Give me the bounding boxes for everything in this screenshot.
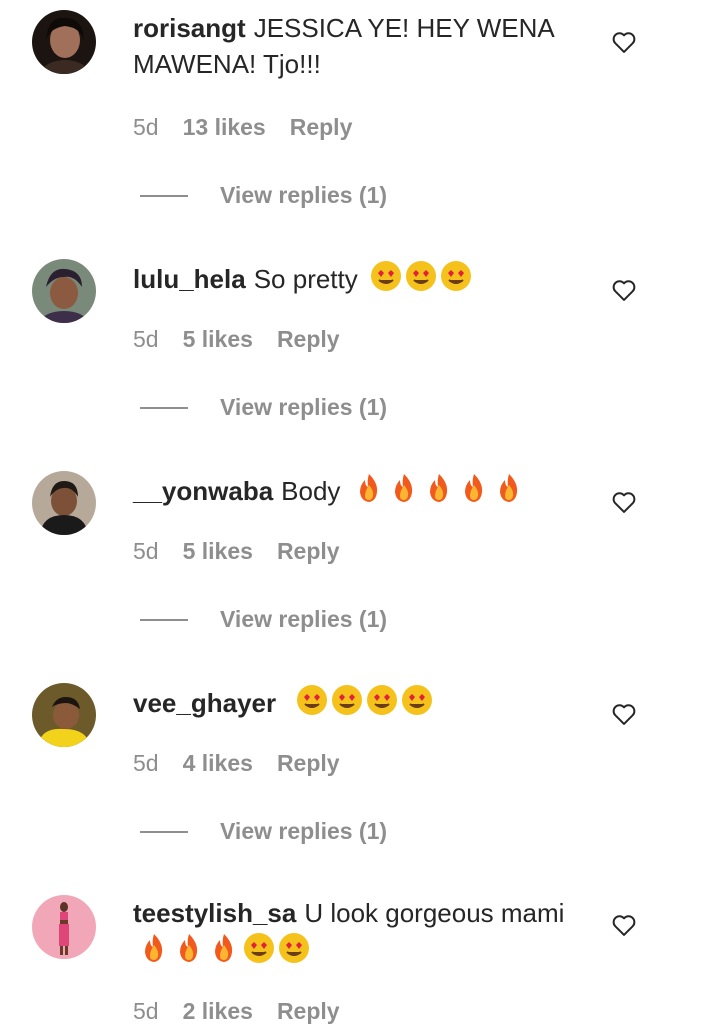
comment-username[interactable]: rorisangt (133, 13, 246, 43)
view-replies-button[interactable]: View replies (1) (140, 818, 387, 845)
view-replies-label: View replies (1) (220, 394, 388, 420)
fire-emoji (394, 474, 412, 502)
fire-emoji (359, 474, 377, 502)
heart-eyes-emoji (367, 685, 398, 715)
heart-icon[interactable] (610, 28, 638, 56)
fire-emoji (429, 474, 447, 502)
heart-eyes-emoji (244, 933, 274, 963)
likes-count[interactable]: 4 likes (183, 750, 253, 777)
emoji-row (369, 259, 473, 293)
fire-emoji (145, 934, 163, 962)
view-replies-label: View replies (1) (220, 182, 388, 208)
emoji-row (137, 931, 311, 965)
comment-text: U look gorgeous mami (304, 898, 565, 928)
comment-time: 5d (133, 998, 159, 1024)
replies-divider (140, 618, 188, 621)
comment-meta: 5d 13 likes Reply (133, 114, 352, 141)
fire-emoji (215, 934, 233, 962)
comment-meta: 5d 4 likes Reply (133, 750, 340, 777)
comment-text: So pretty (253, 264, 358, 294)
likes-count[interactable]: 13 likes (183, 114, 266, 141)
reply-button[interactable]: Reply (277, 998, 340, 1025)
comment-body: teestylish_sa U look gorgeous mami (133, 895, 583, 969)
comment-text: Body (281, 476, 341, 506)
comment-body: lulu_hela So pretty (133, 259, 583, 297)
view-replies-button[interactable]: View replies (1) (140, 394, 387, 421)
heart-icon[interactable] (610, 700, 638, 728)
reply-button[interactable]: Reply (290, 114, 353, 141)
emoji-row (295, 683, 434, 717)
comment-username[interactable]: lulu_hela (133, 264, 246, 294)
view-replies-button[interactable]: View replies (1) (140, 182, 387, 209)
reply-button[interactable]: Reply (277, 750, 340, 777)
reply-button[interactable]: Reply (277, 538, 340, 565)
heart-icon[interactable] (610, 276, 638, 304)
replies-divider (140, 194, 188, 197)
fire-emoji (464, 474, 482, 502)
avatar[interactable] (32, 471, 96, 535)
fire-emoji (499, 474, 517, 502)
heart-eyes-emoji (441, 261, 471, 291)
reply-button[interactable]: Reply (277, 326, 340, 353)
emoji-row (352, 471, 526, 505)
heart-eyes-emoji (371, 261, 401, 291)
view-replies-label: View replies (1) (220, 818, 388, 844)
comment-time: 5d (133, 750, 159, 776)
comment-meta: 5d 5 likes Reply (133, 326, 340, 353)
likes-count[interactable]: 5 likes (183, 326, 253, 353)
fire-emoji (180, 934, 198, 962)
heart-eyes-emoji (332, 685, 363, 715)
comment-body: vee_ghayer (133, 683, 583, 721)
likes-count[interactable]: 5 likes (183, 538, 253, 565)
comment-body: __yonwaba Body (133, 471, 583, 509)
avatar[interactable] (32, 895, 96, 959)
heart-icon[interactable] (610, 911, 638, 939)
comment-time: 5d (133, 326, 159, 352)
comment-username[interactable]: teestylish_sa (133, 898, 296, 928)
comment-time: 5d (133, 538, 159, 564)
comment-body: rorisangt JESSICA YE! HEY WENA MAWENA! Tj… (133, 10, 583, 82)
avatar[interactable] (32, 259, 96, 323)
comment-username[interactable]: __yonwaba (133, 476, 273, 506)
likes-count[interactable]: 2 likes (183, 998, 253, 1025)
heart-eyes-emoji (297, 685, 328, 715)
comment-time: 5d (133, 114, 159, 140)
avatar[interactable] (32, 10, 96, 74)
comment-meta: 5d 5 likes Reply (133, 538, 340, 565)
heart-icon[interactable] (610, 488, 638, 516)
heart-eyes-emoji (406, 261, 436, 291)
heart-eyes-emoji (402, 685, 433, 715)
comment-username[interactable]: vee_ghayer (133, 688, 276, 718)
comment-meta: 5d 2 likes Reply (133, 998, 340, 1025)
heart-eyes-emoji (279, 933, 309, 963)
replies-divider (140, 830, 188, 833)
view-replies-button[interactable]: View replies (1) (140, 606, 387, 633)
replies-divider (140, 406, 188, 409)
avatar[interactable] (32, 683, 96, 747)
view-replies-label: View replies (1) (220, 606, 388, 632)
